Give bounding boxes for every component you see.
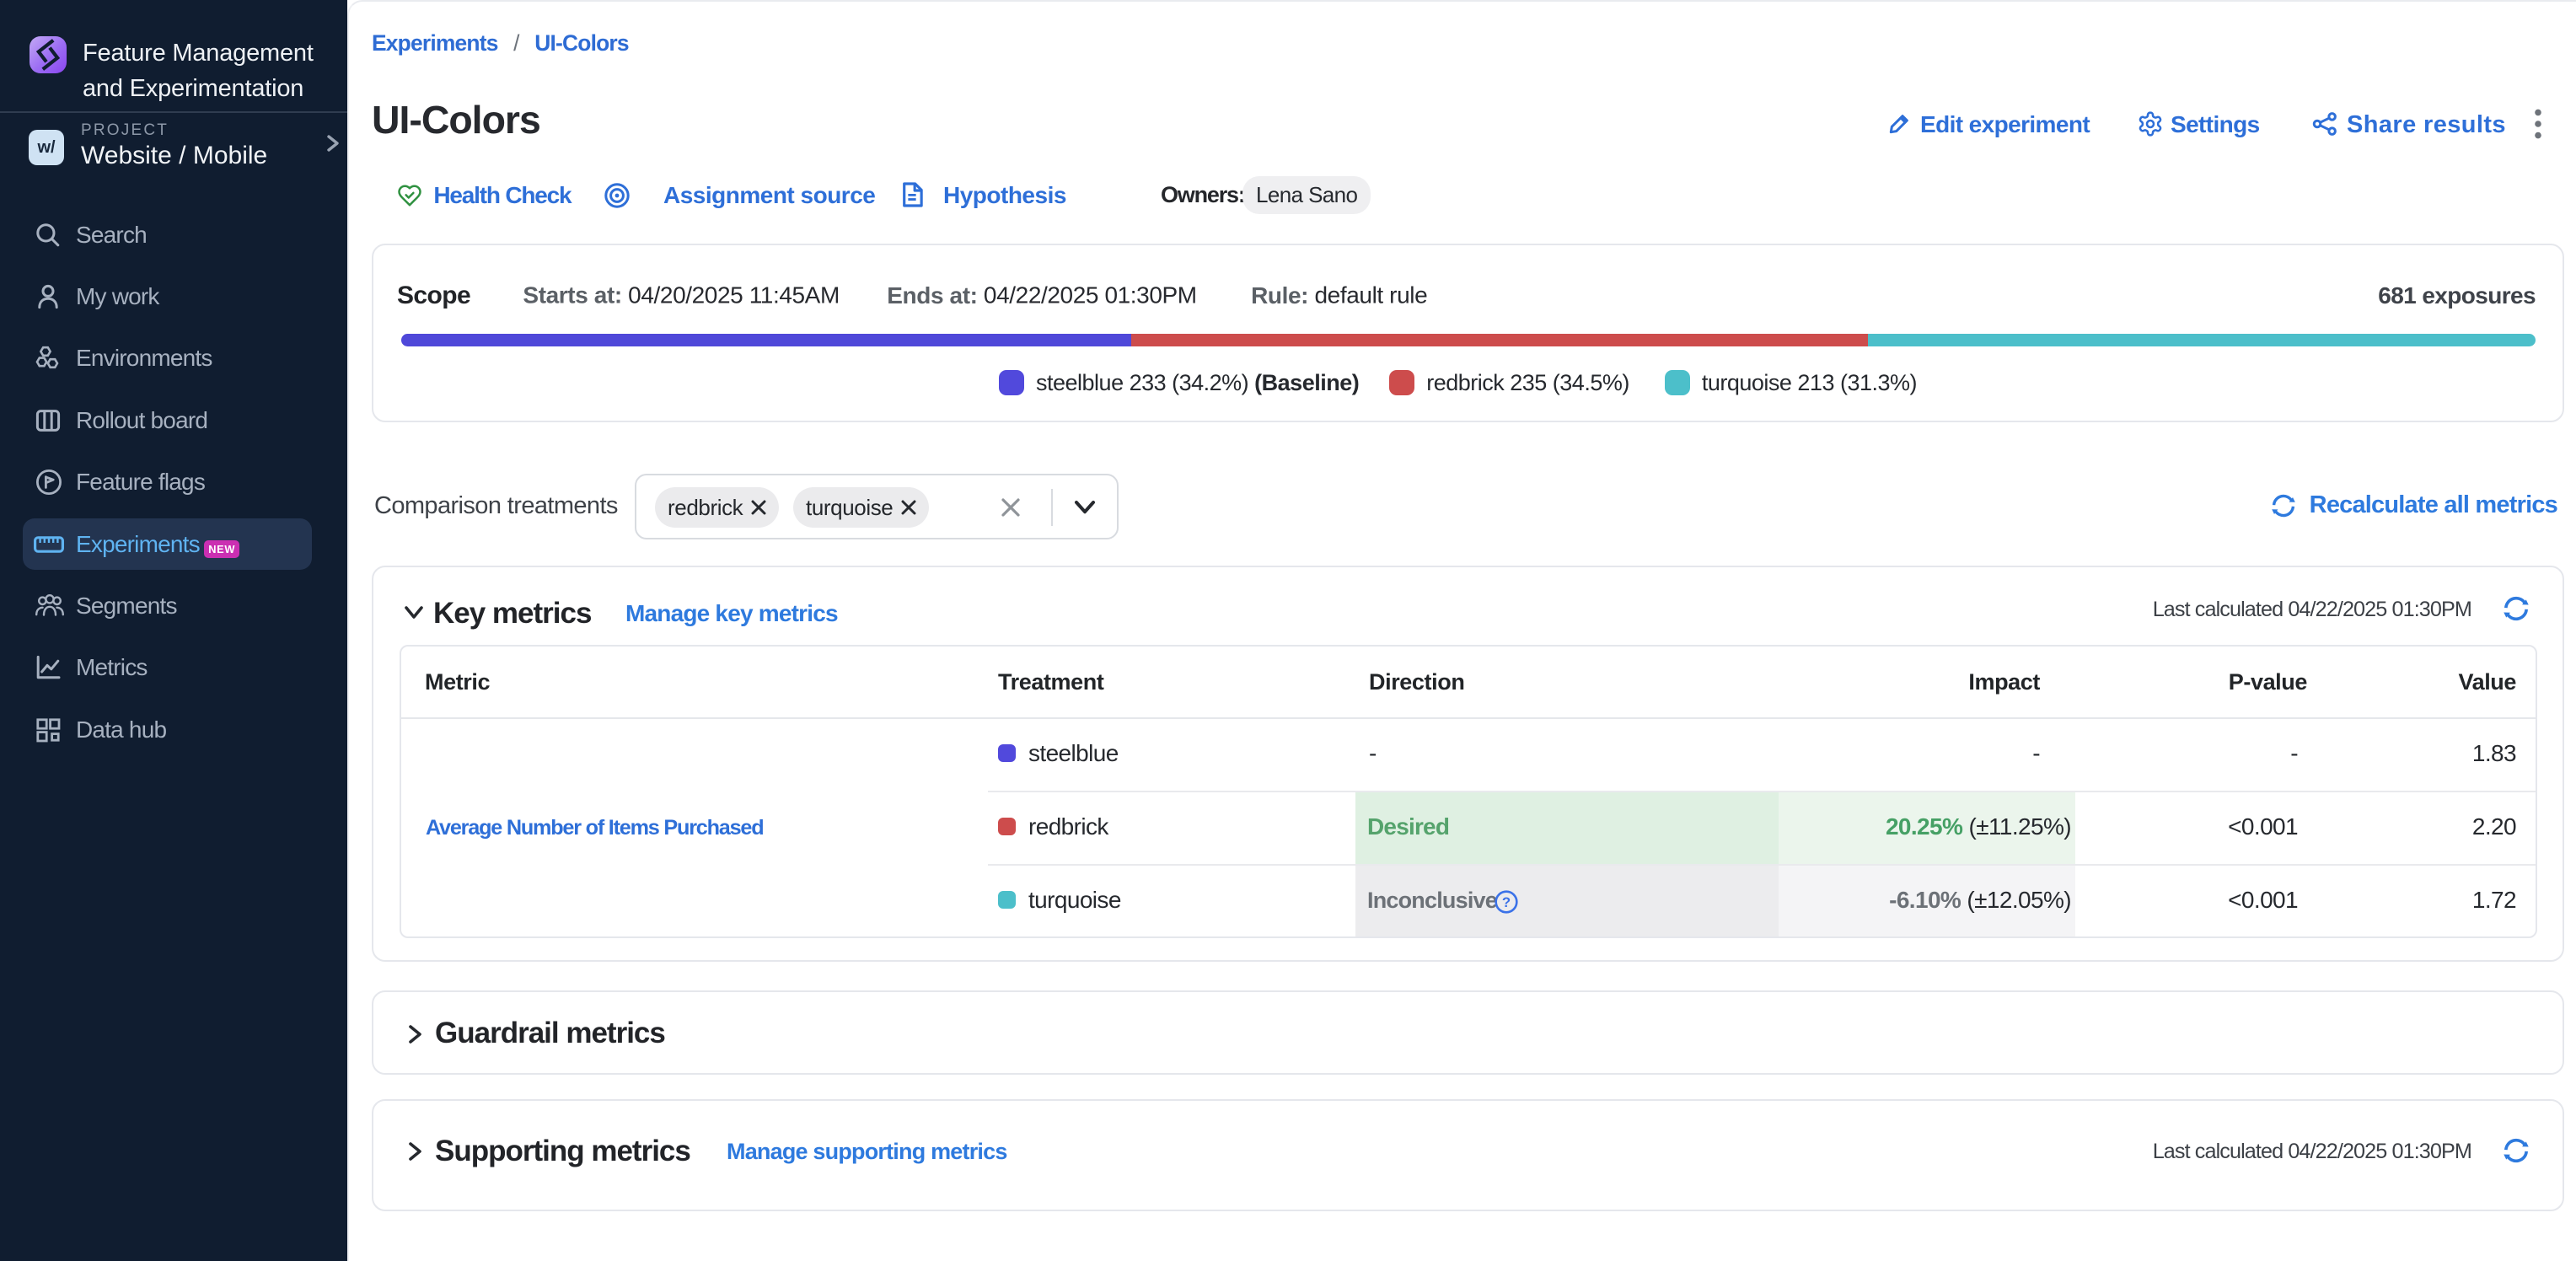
svg-text:?: ? (1502, 894, 1511, 910)
